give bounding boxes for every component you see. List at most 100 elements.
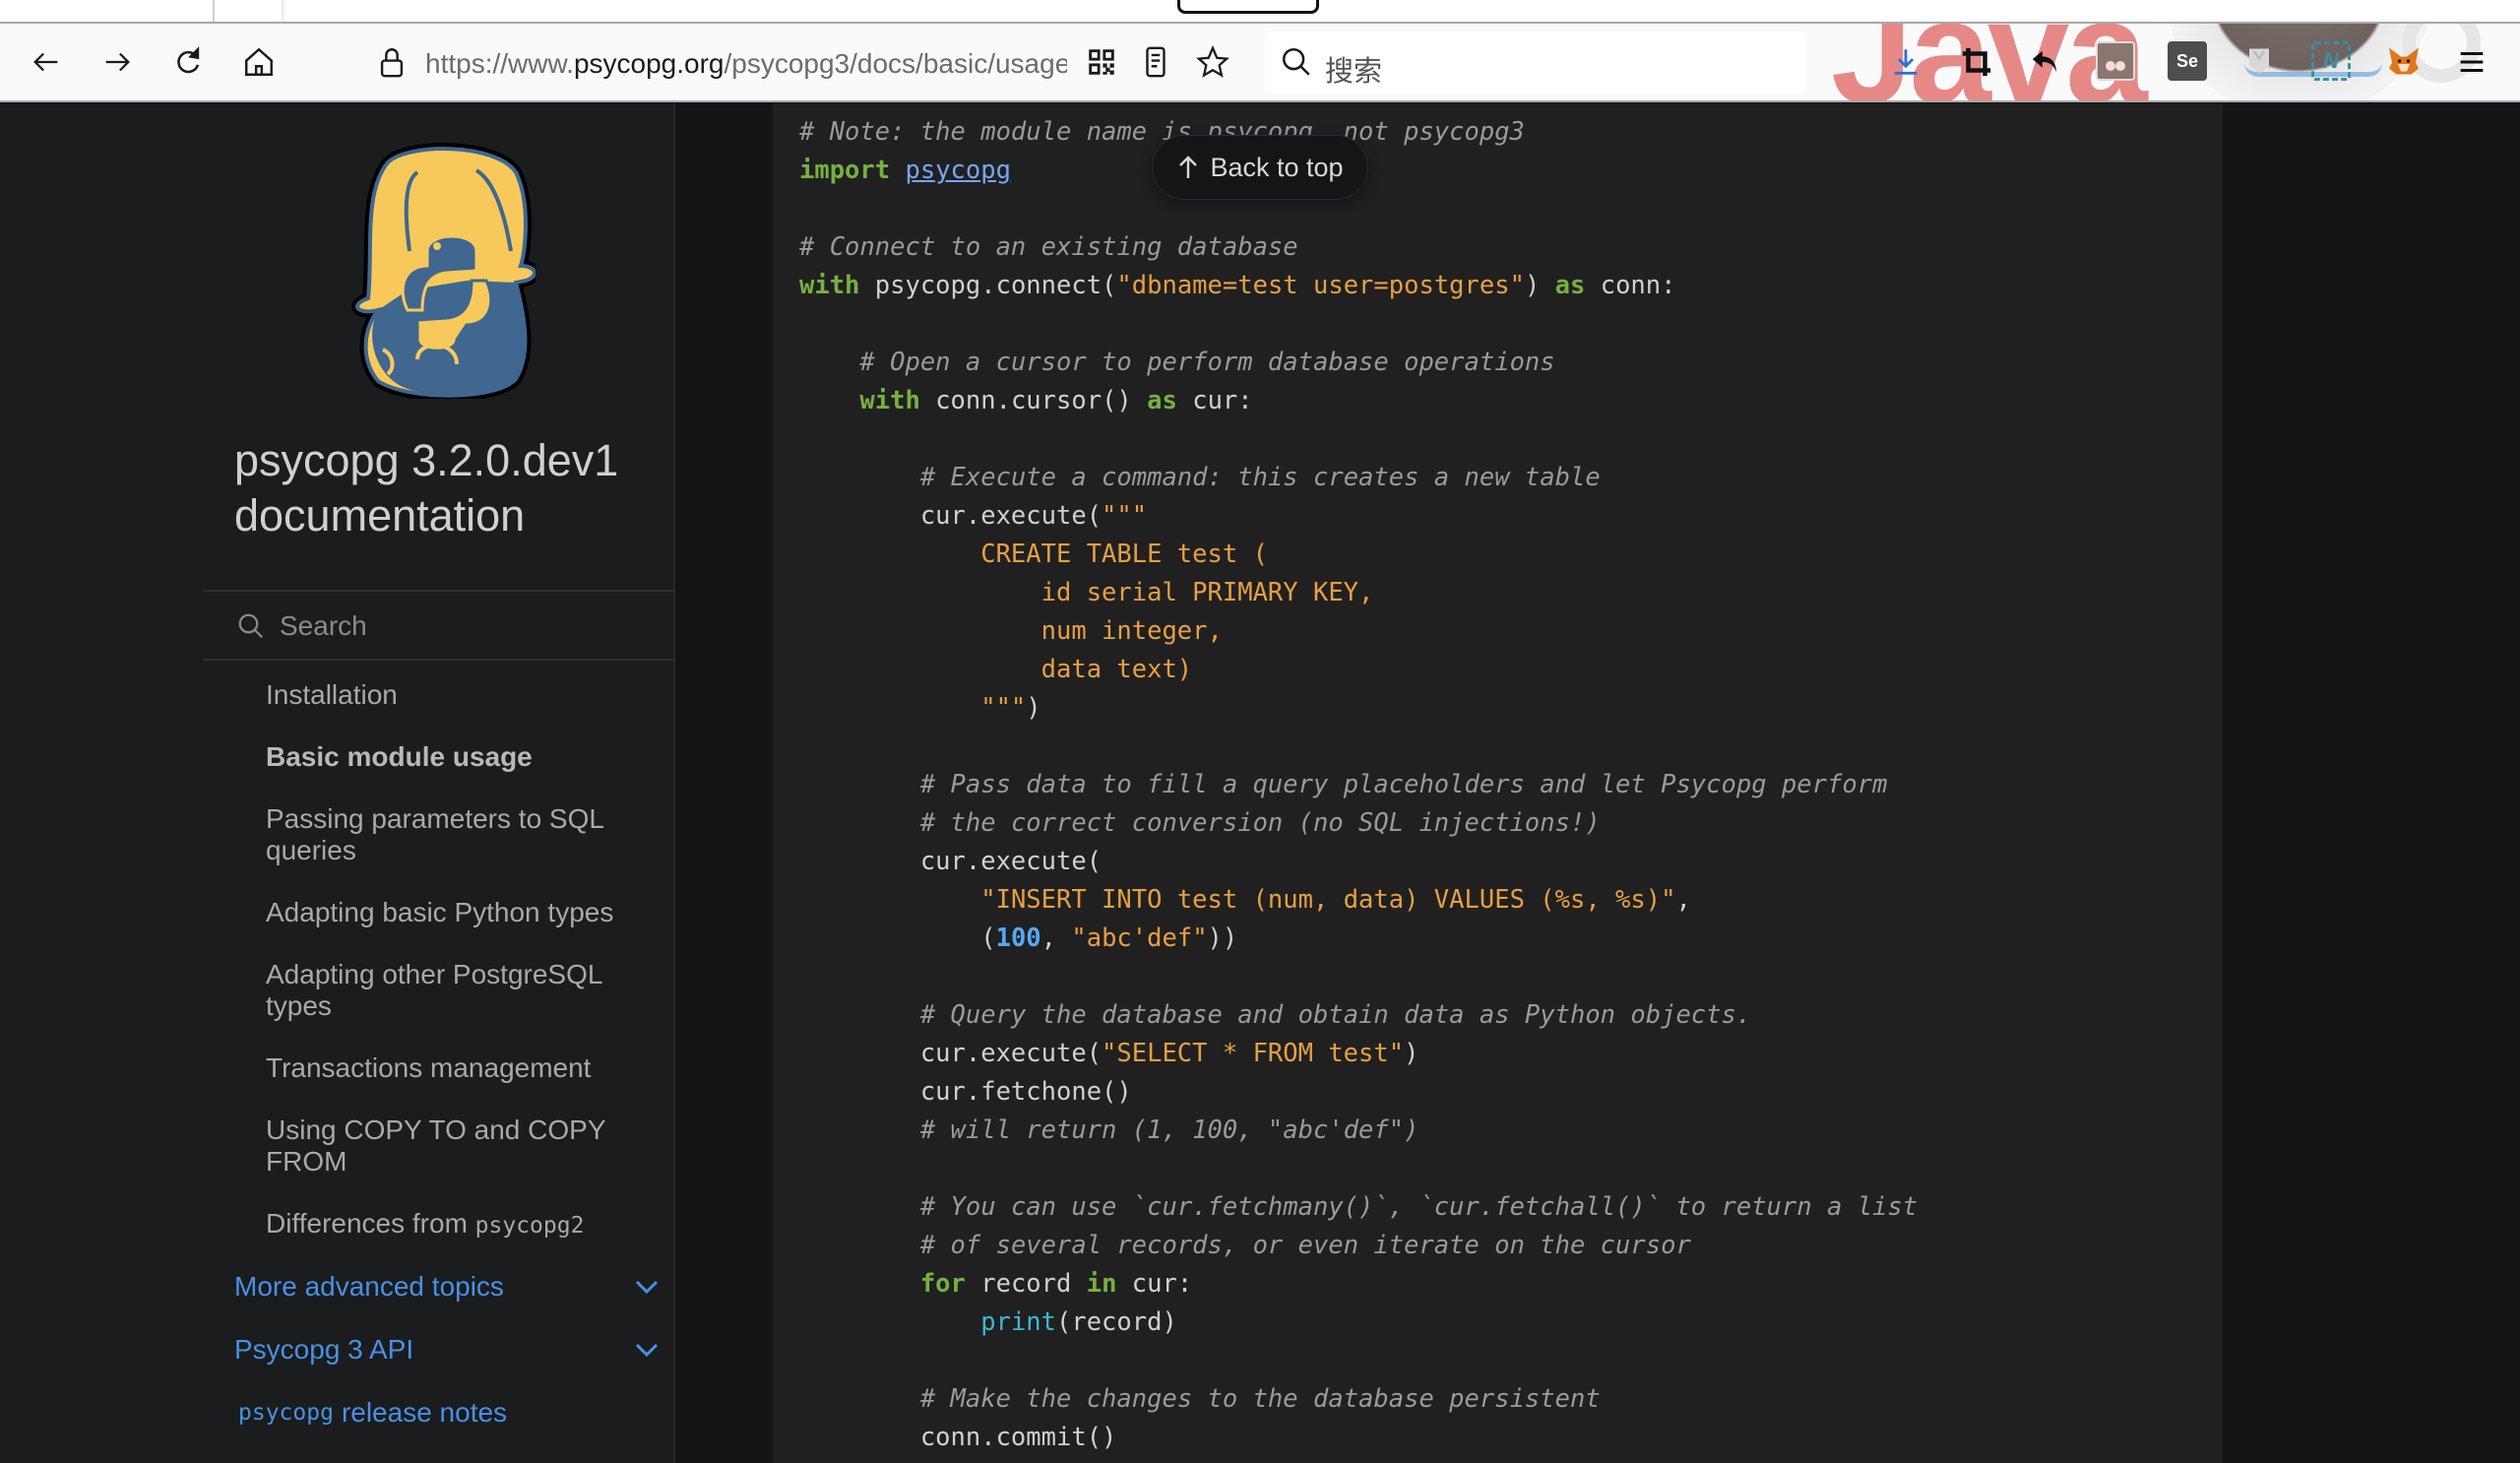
code-text: (record) — [1056, 1307, 1177, 1337]
code-line: CREATE TABLE test ( — [799, 536, 1918, 574]
sidebar-item-api[interactable]: Psycopg 3 API — [203, 1334, 673, 1366]
chevron-down-icon[interactable] — [634, 1342, 660, 1358]
crop-screenshot-icon[interactable] — [1952, 37, 2001, 87]
url-scheme: https://www. — [425, 48, 574, 79]
url-host: psycopg.org — [573, 48, 724, 79]
code-text: cur.execute( — [799, 847, 1102, 876]
menu-hamburger-icon[interactable] — [2447, 37, 2496, 87]
code-builtin: print — [980, 1307, 1056, 1337]
sidebar-item-release-notes[interactable]: psycopg release notes — [203, 1397, 673, 1429]
sidebar-item-adapting-basic-types[interactable]: Adapting basic Python types — [203, 897, 673, 928]
code-string: "dbname=test user=postgres" — [1116, 271, 1525, 300]
code-text: conn: — [1585, 271, 1676, 300]
code-text: cur: — [1176, 386, 1253, 415]
code-listing: # Note: the module name is psycopg, not … — [799, 113, 1918, 1457]
metamask-fox-icon[interactable] — [2384, 41, 2424, 81]
back-to-top-label: Back to top — [1210, 152, 1344, 182]
sidebar-item-transactions[interactable]: Transactions management — [203, 1052, 673, 1084]
browser-tab[interactable] — [1177, 0, 1319, 14]
code-text: record — [965, 1269, 1087, 1299]
code-line: # of several records, or even iterate on… — [799, 1227, 1918, 1265]
n-extension-icon[interactable]: N — [2311, 41, 2351, 81]
url-path: /psycopg3/docs/basic/usage.html — [724, 48, 1067, 79]
api-label: Psycopg 3 API — [234, 1334, 414, 1365]
tab-separator — [213, 0, 215, 22]
selenium-label: Se — [2175, 50, 2199, 71]
undo-icon[interactable] — [2022, 37, 2071, 87]
code-string: CREATE TABLE test ( — [799, 540, 1268, 569]
downloads-icon[interactable] — [1881, 37, 1930, 87]
sidebar-item-differences[interactable]: Differences from psycopg2 — [203, 1208, 673, 1241]
reload-icon[interactable] — [163, 37, 213, 87]
code-comment: # Connect to an existing database — [799, 232, 1298, 262]
sidebar-item-copy[interactable]: Using COPY TO and COPY FROM — [203, 1114, 673, 1177]
code-line: # Pass data to fill a query placeholders… — [799, 766, 1918, 804]
code-keyword: as — [1554, 271, 1586, 300]
sidebar-item-advanced-topics[interactable]: More advanced topics — [203, 1271, 673, 1303]
reader-view-icon[interactable] — [1131, 37, 1180, 87]
chevron-down-icon[interactable] — [634, 1279, 660, 1295]
code-line: id serial PRIMARY KEY, — [799, 574, 1918, 612]
code-string: "SELECT * FROM test" — [1102, 1039, 1405, 1068]
code-line: # Open a cursor to perform database oper… — [799, 344, 1918, 382]
brand-title[interactable]: psycopg 3.2.0.dev1 documentation — [234, 433, 658, 543]
differences-code: psycopg2 — [474, 1213, 585, 1239]
code-line: cur.fetchone() — [799, 1073, 1918, 1112]
n-extension-label: N — [2323, 48, 2339, 73]
sidebar-item-passing-parameters[interactable]: Passing parameters to SQL queries — [203, 803, 673, 866]
forward-arrow-icon[interactable] — [93, 37, 142, 87]
tab-separator — [282, 0, 285, 22]
sidebar-item-basic-module-usage[interactable]: Basic module usage — [203, 741, 673, 773]
code-text: , — [1040, 923, 1072, 953]
code-keyword: with — [859, 386, 920, 415]
qr-code-icon[interactable] — [1077, 37, 1126, 87]
code-module-link[interactable]: psycopg — [905, 156, 1010, 185]
code-line: with conn.cursor() as cur: — [799, 382, 1918, 420]
sidebar-item-installation[interactable]: Installation — [203, 679, 673, 711]
code-text: conn.commit() — [799, 1423, 1117, 1452]
psycopg-logo[interactable] — [348, 143, 536, 399]
code-line: # Query the database and obtain data as … — [799, 996, 1918, 1035]
sidebar-search[interactable] — [203, 590, 675, 661]
code-comment: # the correct conversion (no SQL injecti… — [919, 808, 1601, 838]
code-text: cur.execute( — [799, 1039, 1102, 1068]
code-keyword: with — [799, 271, 860, 300]
back-to-top-button[interactable]: Back to top — [1152, 135, 1368, 200]
code-line: """) — [799, 689, 1918, 728]
sidebar-item-adapting-pg-types[interactable]: Adapting other PostgreSQL types — [203, 959, 673, 1022]
bookmark-star-icon[interactable] — [1188, 37, 1237, 87]
lock-icon[interactable] — [367, 37, 416, 87]
code-line: (100, "abc'def")) — [799, 920, 1918, 958]
code-line: cur.execute("SELECT * FROM test") — [799, 1035, 1918, 1073]
code-string: data text) — [799, 655, 1193, 684]
code-line: # You can use `cur.fetchmany()`, `cur.fe… — [799, 1188, 1918, 1227]
glasses-extension-icon[interactable] — [2096, 41, 2135, 81]
sidebar: psycopg 3.2.0.dev1 documentation Install… — [0, 103, 675, 1463]
hidden-extension-icon[interactable] — [2239, 41, 2279, 81]
home-icon[interactable] — [234, 37, 284, 87]
search-icon — [238, 613, 264, 639]
back-arrow-icon[interactable] — [22, 37, 71, 87]
selenium-ide-icon[interactable]: Se — [2168, 41, 2207, 81]
code-comment: # will return (1, 100, "abc'def") — [919, 1115, 1419, 1145]
sidebar-search-input[interactable] — [280, 602, 654, 651]
url-text[interactable]: https://www.psycopg.org/psycopg3/docs/ba… — [425, 47, 1067, 81]
code-line: with psycopg.connect("dbname=test user=p… — [799, 267, 1918, 305]
code-comment: # Pass data to fill a query placeholders… — [919, 770, 1888, 799]
code-text: )) — [1207, 923, 1238, 953]
search-placeholder[interactable]: 搜索 — [1325, 48, 1382, 90]
code-line: # will return (1, 100, "abc'def") — [799, 1112, 1918, 1150]
